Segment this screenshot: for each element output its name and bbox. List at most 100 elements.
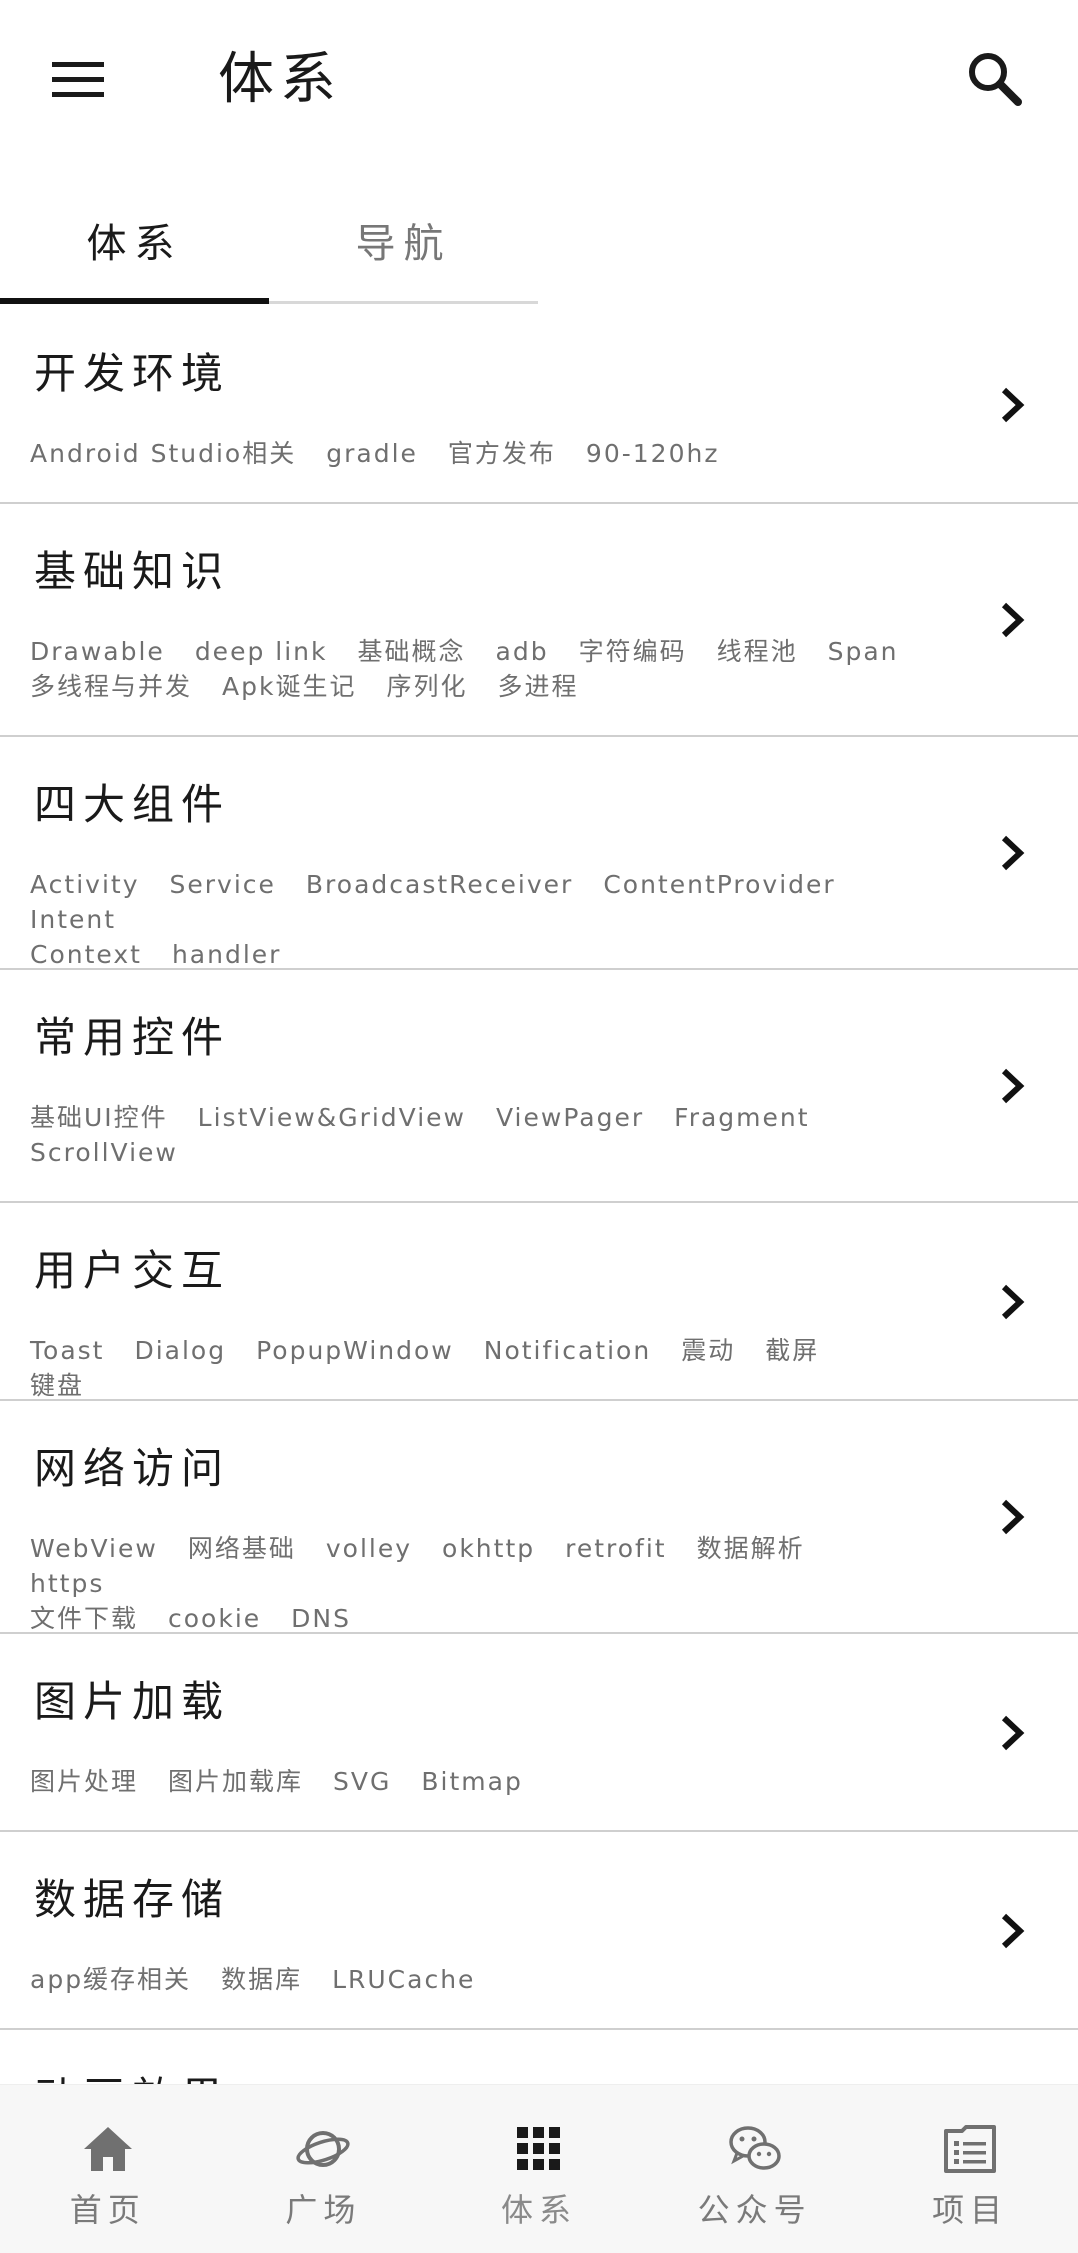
tag[interactable]: retrofit — [565, 1531, 667, 1566]
tag[interactable]: Activity — [30, 867, 140, 902]
tag[interactable]: 基础概念 — [357, 634, 465, 669]
tab-navigation[interactable]: 导航 — [269, 180, 538, 300]
tag[interactable]: Toast — [30, 1333, 104, 1368]
tag[interactable]: Span — [828, 634, 899, 669]
tag[interactable]: gradle — [326, 436, 418, 471]
tag[interactable]: okhttp — [442, 1531, 535, 1566]
tag[interactable]: Fragment — [674, 1100, 809, 1135]
tag[interactable]: adb — [496, 634, 549, 669]
tag[interactable]: SVG — [333, 1764, 391, 1799]
category-list[interactable]: 开发环境 Android Studio相关 gradle 官方发布 90-120hz … — [0, 306, 1078, 2228]
tag[interactable]: 多线程与并发 — [30, 669, 192, 704]
nav-system[interactable]: 体系 — [431, 2085, 647, 2253]
nav-label: 项目 — [932, 2191, 1009, 2229]
tag[interactable]: Apk诞生记 — [222, 669, 356, 704]
nav-square[interactable]: 广场 — [216, 2085, 432, 2253]
tag[interactable]: 键盘 — [30, 1368, 84, 1403]
tag[interactable]: handler — [172, 937, 281, 972]
tag[interactable]: PopupWindow — [256, 1333, 454, 1368]
tag[interactable]: Intent — [30, 902, 116, 937]
home-icon — [83, 2127, 132, 2171]
list-item[interactable]: 基础知识 Drawable deep link 基础概念 adb 字符编码 线程池 Span… — [0, 504, 1078, 737]
chevron-right-icon — [1001, 835, 1025, 871]
item-title: 基础知识 — [34, 547, 231, 596]
tag[interactable]: 网络基础 — [188, 1531, 296, 1566]
item-title: 常用控件 — [34, 1013, 231, 1062]
tag[interactable]: 基础UI控件 — [30, 1100, 168, 1135]
tag[interactable]: 序列化 — [386, 669, 467, 704]
tab-system[interactable]: 体系 — [0, 180, 269, 300]
nav-projects[interactable]: 项目 — [862, 2085, 1078, 2253]
page-title: 体系 — [218, 47, 342, 112]
tag[interactable]: https — [30, 1566, 104, 1601]
tag[interactable]: 数据解析 — [697, 1531, 805, 1566]
tag[interactable]: Notification — [484, 1333, 651, 1368]
tag[interactable]: 数据库 — [221, 1962, 302, 1997]
search-button[interactable] — [952, 36, 1036, 120]
tag[interactable]: 图片加载库 — [168, 1764, 303, 1799]
item-title: 数据存储 — [34, 1875, 231, 1924]
list-item[interactable]: 数据存储 app缓存相关 数据库 LRUCache — [0, 1832, 1078, 2030]
tag[interactable]: 多进程 — [497, 669, 578, 704]
tag[interactable]: cookie — [168, 1601, 261, 1636]
item-tags: Android Studio相关 gradle 官方发布 90-120hz — [30, 436, 930, 471]
chevron-right-icon — [1001, 1068, 1025, 1104]
tag[interactable]: 震动 — [681, 1333, 735, 1368]
item-title: 用户交互 — [34, 1246, 231, 1295]
item-tags: 图片处理 图片加载库 SVG Bitmap — [30, 1764, 930, 1799]
chevron-right-icon — [1001, 1715, 1025, 1751]
tag[interactable]: Bitmap — [421, 1764, 522, 1799]
nav-official-accounts[interactable]: 公众号 — [647, 2085, 863, 2253]
chevron-right-icon — [1001, 1499, 1025, 1535]
planet-icon — [296, 2131, 351, 2167]
tag[interactable]: Context — [30, 937, 142, 972]
tag[interactable]: ListView&GridView — [198, 1100, 466, 1135]
item-tags: Toast Dialog PopupWindow Notification 震动 截屏键盘 — [30, 1333, 930, 1403]
chevron-right-icon — [1001, 1284, 1025, 1320]
list-item[interactable]: 四大组件 Activity Service BroadcastReceiver Con… — [0, 737, 1078, 970]
tag[interactable]: ScrollView — [30, 1135, 178, 1170]
tag[interactable]: ViewPager — [496, 1100, 644, 1135]
nav-label: 体系 — [500, 2191, 577, 2229]
tag[interactable]: 图片处理 — [30, 1764, 138, 1799]
tag[interactable]: BroadcastReceiver — [306, 867, 573, 902]
tag[interactable]: LRUCache — [332, 1962, 475, 1997]
item-tags: Drawable deep link 基础概念 adb 字符编码 线程池 Span 多线程与并… — [30, 634, 930, 704]
tag[interactable]: 线程池 — [717, 634, 798, 669]
tag[interactable]: DNS — [291, 1601, 351, 1636]
list-item[interactable]: 用户交互 Toast Dialog PopupWindow Notification 震… — [0, 1203, 1078, 1401]
tag[interactable]: deep link — [195, 634, 328, 669]
tag[interactable]: app缓存相关 — [30, 1962, 191, 1997]
tag[interactable]: 字符编码 — [579, 634, 687, 669]
item-title: 四大组件 — [34, 780, 231, 829]
tag[interactable]: 截屏 — [765, 1333, 819, 1368]
tag[interactable]: 官方发布 — [448, 436, 556, 471]
chevron-right-icon — [1001, 1913, 1025, 1949]
nav-label: 公众号 — [697, 2191, 812, 2229]
list-item[interactable]: 网络访问 WebView 网络基础 volley okhttp retrofit 数据解析… — [0, 1401, 1078, 1634]
menu-button[interactable] — [36, 38, 120, 122]
tag[interactable]: Dialog — [134, 1333, 226, 1368]
item-tags: app缓存相关 数据库 LRUCache — [30, 1962, 930, 1997]
wechat-icon — [728, 2126, 781, 2170]
item-tags: Activity Service BroadcastReceiver ContentP… — [30, 867, 930, 972]
list-item[interactable]: 开发环境 Android Studio相关 gradle 官方发布 90-120hz — [0, 306, 1078, 504]
nav-label: 首页 — [69, 2191, 146, 2229]
tag[interactable]: Service — [170, 867, 276, 902]
tag[interactable]: ContentProvider — [603, 867, 835, 902]
tag[interactable]: 文件下载 — [30, 1601, 138, 1636]
tag[interactable]: Drawable — [30, 634, 165, 669]
list-item[interactable]: 图片加载 图片处理 图片加载库 SVG Bitmap — [0, 1634, 1078, 1832]
list-icon — [944, 2125, 997, 2173]
tag[interactable]: Android Studio相关 — [30, 436, 296, 471]
tag[interactable]: volley — [326, 1531, 412, 1566]
nav-label: 广场 — [285, 2191, 362, 2229]
item-title: 图片加载 — [34, 1677, 231, 1726]
tag[interactable]: 90-120hz — [586, 436, 720, 471]
grid-icon — [516, 2127, 560, 2170]
nav-home[interactable]: 首页 — [0, 2085, 216, 2253]
bottom-navigation: 首页 广场 体系 公众号 项目 — [0, 2084, 1078, 2253]
top-app-bar: 体系 — [0, 0, 1078, 160]
tag[interactable]: WebView — [30, 1531, 158, 1566]
list-item[interactable]: 常用控件 基础UI控件 ListView&GridView ViewPager Fra… — [0, 970, 1078, 1203]
